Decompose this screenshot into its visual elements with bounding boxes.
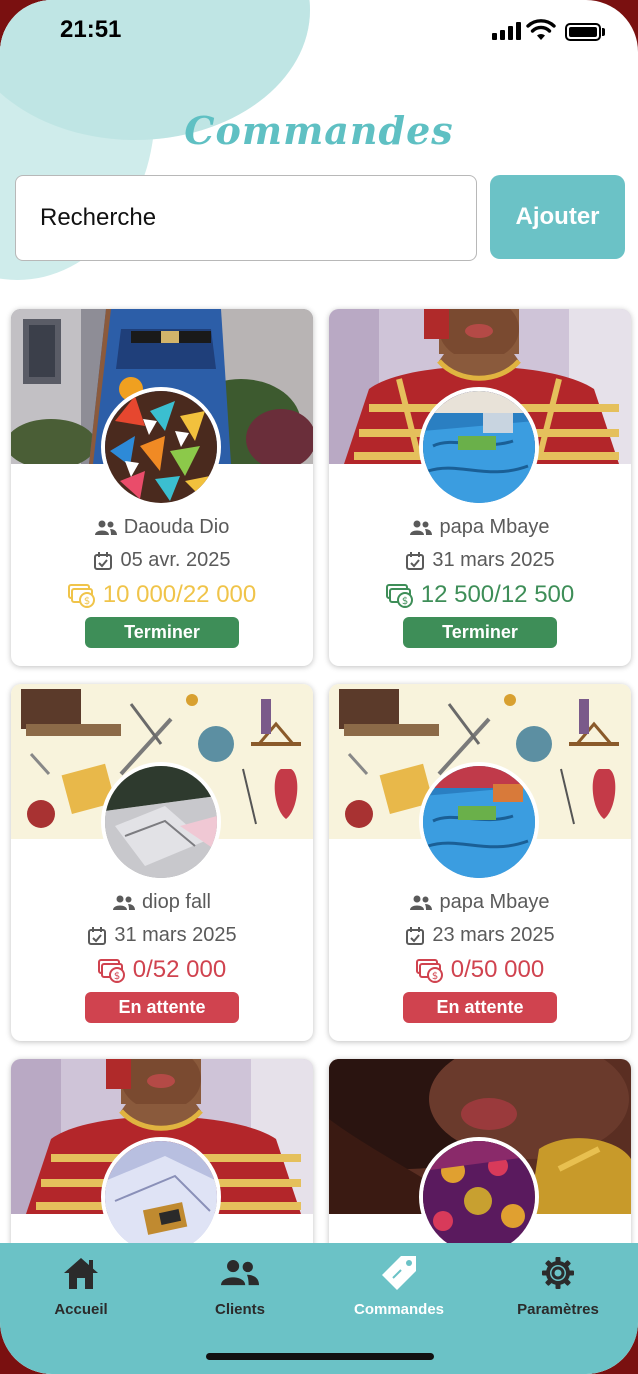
tab-accueil[interactable]: Accueil — [6, 1253, 156, 1318]
gear-icon — [542, 1257, 574, 1289]
money-icon: $ — [415, 959, 443, 983]
calendar-icon — [406, 551, 425, 570]
users-icon — [113, 895, 136, 910]
users-icon — [410, 895, 433, 910]
order-card[interactable]: papa Mbaye 31 mars 2025 $ 12 500/12 500 … — [329, 309, 631, 666]
tab-label: Accueil — [54, 1301, 108, 1318]
amount-row: $ 0/50 000 — [329, 952, 631, 988]
cellular-signal-icon — [492, 22, 521, 40]
users-icon — [94, 520, 117, 535]
status-badge[interactable]: Terminer — [85, 617, 239, 648]
order-details: papa Mbaye 31 mars 2025 $ 12 500/12 500 … — [329, 511, 631, 648]
fabric-avatar — [419, 387, 539, 507]
status-badge[interactable]: Terminer — [403, 617, 557, 648]
search-input[interactable] — [40, 204, 460, 232]
amount-row: $ 0/52 000 — [11, 952, 313, 988]
fabric-avatar — [419, 1137, 539, 1257]
svg-text:$: $ — [432, 971, 438, 982]
date-row: 31 mars 2025 — [329, 544, 631, 577]
money-icon: $ — [67, 584, 95, 608]
date-row: 05 avr. 2025 — [11, 544, 313, 577]
tag-icon — [382, 1256, 416, 1290]
money-icon: $ — [385, 584, 413, 608]
svg-text:$: $ — [84, 596, 90, 607]
order-date: 31 mars 2025 — [432, 549, 555, 571]
order-amount: 12 500/12 500 — [420, 581, 575, 608]
fabric-avatar — [101, 1137, 221, 1257]
page-title: Commandes — [184, 108, 454, 153]
status-time: 21:51 — [60, 16, 122, 43]
tab-label: Commandes — [353, 1301, 445, 1318]
order-date: 31 mars 2025 — [114, 924, 237, 946]
tab-label: Paramètres — [517, 1301, 599, 1318]
date-row: 31 mars 2025 — [11, 919, 313, 952]
order-amount: 10 000/22 000 — [102, 581, 257, 608]
client-row: papa Mbaye — [329, 886, 631, 919]
client-row: papa Mbaye — [329, 511, 631, 544]
svg-text:$: $ — [114, 971, 120, 982]
users-icon — [221, 1260, 259, 1286]
calendar-icon — [88, 926, 107, 945]
client-row: diop fall — [11, 886, 313, 919]
order-date: 05 avr. 2025 — [120, 549, 231, 571]
client-name: Daouda Dio — [123, 516, 230, 538]
fabric-avatar — [101, 762, 221, 882]
users-icon — [410, 520, 433, 535]
add-order-button[interactable]: Ajouter — [490, 175, 625, 259]
tab-clients[interactable]: Clients — [165, 1253, 315, 1318]
status-badge[interactable]: En attente — [403, 992, 557, 1023]
client-name: papa Mbaye — [439, 516, 550, 538]
wifi-icon — [526, 19, 556, 40]
fabric-avatar — [419, 762, 539, 882]
tab-commandes[interactable]: Commandes — [324, 1253, 474, 1318]
home-icon — [64, 1258, 98, 1289]
amount-row: $ 12 500/12 500 — [329, 577, 631, 613]
order-details: Daouda Dio 05 avr. 2025 $ 10 000/22 000 … — [11, 511, 313, 648]
order-card[interactable]: diop fall 31 mars 2025 $ 0/52 000 En att… — [11, 684, 313, 1041]
svg-text:$: $ — [402, 596, 408, 607]
order-details: papa Mbaye 23 mars 2025 $ 0/50 000 En at… — [329, 886, 631, 1023]
calendar-icon — [406, 926, 425, 945]
money-icon: $ — [97, 959, 125, 983]
battery-icon — [565, 23, 601, 41]
battery-tip — [602, 28, 605, 36]
search-field[interactable] — [15, 175, 477, 261]
order-details: diop fall 31 mars 2025 $ 0/52 000 En att… — [11, 886, 313, 1023]
status-badge[interactable]: En attente — [85, 992, 239, 1023]
tab-label: Clients — [214, 1301, 265, 1318]
calendar-icon — [94, 551, 113, 570]
client-name: diop fall — [142, 891, 211, 913]
client-name: papa Mbaye — [439, 891, 550, 913]
tab-parametres[interactable]: Paramètres — [483, 1253, 633, 1318]
fabric-avatar — [101, 387, 221, 507]
status-bar: 21:51 — [0, 0, 638, 60]
order-amount: 0/50 000 — [450, 956, 545, 983]
home-indicator[interactable] — [206, 1353, 434, 1360]
app-screen: 21:51 Commandes Ajouter — [0, 0, 638, 1374]
client-row: Daouda Dio — [11, 511, 313, 544]
amount-row: $ 10 000/22 000 — [11, 577, 313, 613]
order-date: 23 mars 2025 — [432, 924, 555, 946]
order-card[interactable]: papa Mbaye 23 mars 2025 $ 0/50 000 En at… — [329, 684, 631, 1041]
order-amount: 0/52 000 — [132, 956, 227, 983]
date-row: 23 mars 2025 — [329, 919, 631, 952]
order-card[interactable]: Daouda Dio 05 avr. 2025 $ 10 000/22 000 … — [11, 309, 313, 666]
